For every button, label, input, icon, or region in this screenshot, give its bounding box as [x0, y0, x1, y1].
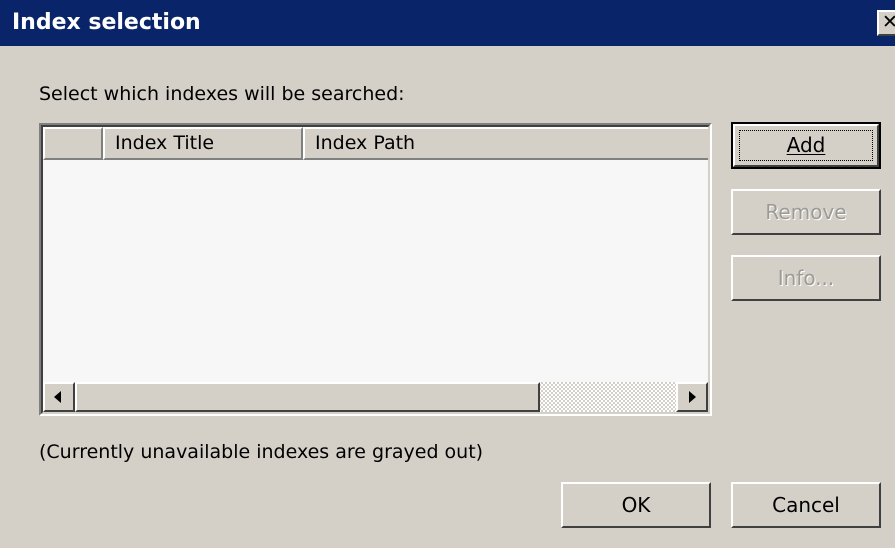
list-body[interactable] [43, 160, 708, 382]
add-button-label: Add [786, 133, 826, 157]
title-bar[interactable]: Index selection ✕ [0, 0, 895, 46]
column-header-check[interactable] [43, 127, 103, 160]
list-header: Index Title Index Path [43, 127, 708, 160]
index-selection-dialog: Index selection ✕ Select which indexes w… [0, 0, 895, 548]
scroll-thumb[interactable] [75, 382, 540, 412]
remove-button[interactable]: Remove [731, 189, 881, 235]
scroll-left-button[interactable] [43, 382, 75, 412]
cancel-button-label: Cancel [772, 493, 840, 517]
column-header-index-title[interactable]: Index Title [103, 127, 303, 160]
arrow-left-icon [54, 391, 61, 403]
window-title: Index selection [12, 10, 201, 35]
instructions-label: Select which indexes will be searched: [39, 83, 405, 105]
add-button[interactable]: Add [731, 122, 881, 169]
index-list[interactable]: Index Title Index Path [39, 123, 712, 416]
unavailable-note: (Currently unavailable indexes are graye… [39, 441, 484, 463]
close-button[interactable]: ✕ [877, 10, 895, 36]
scroll-right-button[interactable] [676, 382, 708, 412]
horizontal-scrollbar[interactable] [43, 382, 708, 412]
info-button-label: Info... [777, 266, 835, 290]
close-icon: ✕ [882, 11, 895, 33]
remove-button-label: Remove [765, 200, 847, 224]
column-header-index-path[interactable]: Index Path [303, 127, 708, 160]
cancel-button[interactable]: Cancel [731, 482, 881, 528]
arrow-right-icon [689, 391, 696, 403]
ok-button[interactable]: OK [561, 482, 711, 528]
ok-button-label: OK [621, 493, 651, 517]
info-button[interactable]: Info... [731, 255, 881, 301]
